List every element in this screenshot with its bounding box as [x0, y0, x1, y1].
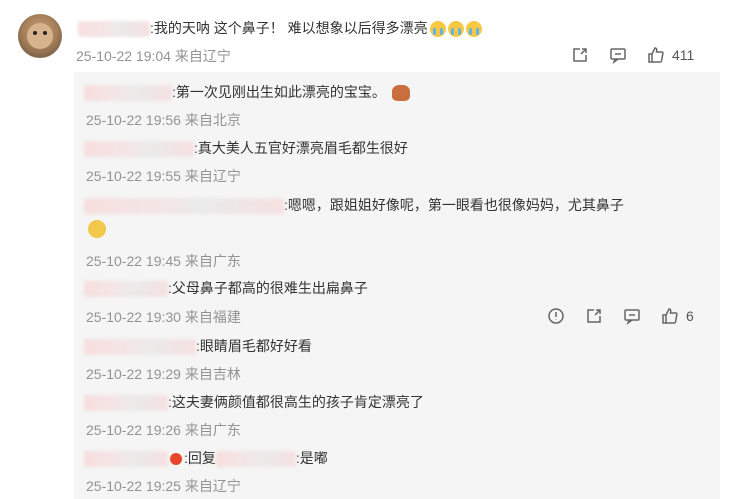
main-comment-text: :我的天呐 这个鼻子！ 难以想象以后得多漂亮 — [150, 20, 428, 36]
blurred-username[interactable] — [84, 85, 172, 102]
reply-actions: 6 — [528, 306, 694, 326]
like-icon[interactable] — [660, 306, 680, 326]
user-badge-icon — [170, 453, 182, 466]
blurred-username[interactable] — [84, 395, 168, 412]
reply-meta: 25-10-22 19:55 来自辽宁 — [86, 168, 241, 184]
like-count: 6 — [686, 308, 694, 324]
comment-icon[interactable] — [608, 45, 628, 65]
reply-meta: 25-10-22 19:45 来自广东 — [86, 253, 241, 269]
reply-meta: 25-10-22 19:29 来自吉林 — [86, 366, 241, 382]
reply-text: :眼睛眉毛都好好看 — [84, 336, 312, 356]
blurred-username[interactable] — [84, 198, 284, 215]
reply-list: :第一次见刚出生如此漂亮的宝宝。 25-10-22 19:56 来自北京 :真大… — [74, 72, 720, 499]
report-icon[interactable] — [546, 306, 566, 326]
like-count: 411 — [672, 47, 695, 63]
main-comment-actions: 411 — [552, 45, 694, 65]
avatar-eye — [43, 31, 47, 35]
main-comment-timestamp: 25-10-22 19:04 — [76, 48, 171, 64]
blurred-username[interactable] — [84, 339, 196, 356]
reply-meta: 25-10-22 19:26 来自广东 — [86, 422, 241, 438]
share-icon[interactable] — [570, 45, 590, 65]
like-icon[interactable] — [646, 45, 666, 65]
reply-text: :回复:是嘟 — [84, 448, 328, 468]
blurred-username[interactable] — [84, 141, 194, 158]
reply-text: :这夫妻俩颜值都很高生的孩子肯定漂亮了 — [84, 392, 424, 412]
reply-emoji-line — [84, 220, 106, 239]
reply-meta: 25-10-22 19:30 来自福建 — [86, 309, 241, 325]
blurred-reply-target[interactable] — [215, 451, 296, 468]
share-icon[interactable] — [584, 306, 604, 326]
reply-meta: 25-10-22 19:25 来自辽宁 — [86, 478, 241, 494]
blurred-username[interactable] — [84, 451, 168, 468]
avatar-eye — [33, 31, 37, 35]
laughing-emoji-icon — [88, 220, 106, 239]
crying-emoji-icon — [465, 21, 482, 38]
user-badge-icon: ✦ — [50, 54, 62, 58]
main-comment-meta: 25-10-22 19:04 来自辽宁 — [76, 46, 231, 66]
comment-icon[interactable] — [622, 306, 642, 326]
reply-text: :第一次见刚出生如此漂亮的宝宝。 — [84, 82, 410, 102]
crying-emoji-icon — [447, 21, 464, 38]
user-avatar[interactable]: ✦ — [18, 14, 62, 58]
bow-emoji-icon — [391, 85, 410, 102]
avatar-face — [27, 23, 53, 49]
blurred-username[interactable] — [84, 281, 168, 298]
reply-text: :父母鼻子都高的很难生出扁鼻子 — [84, 278, 368, 298]
blurred-username[interactable] — [78, 21, 150, 38]
reply-text: :真大美人五官好漂亮眉毛都生很好 — [84, 138, 408, 158]
crying-emoji-icon — [429, 21, 446, 38]
main-comment: :我的天呐 这个鼻子！ 难以想象以后得多漂亮 — [78, 18, 482, 38]
reply-text: :嗯嗯，跟姐姐好像呢，第一眼看也很像妈妈，尤其鼻子 — [84, 195, 624, 215]
reply-meta: 25-10-22 19:56 来自北京 — [86, 112, 241, 128]
main-comment-location: 来自辽宁 — [174, 48, 231, 64]
